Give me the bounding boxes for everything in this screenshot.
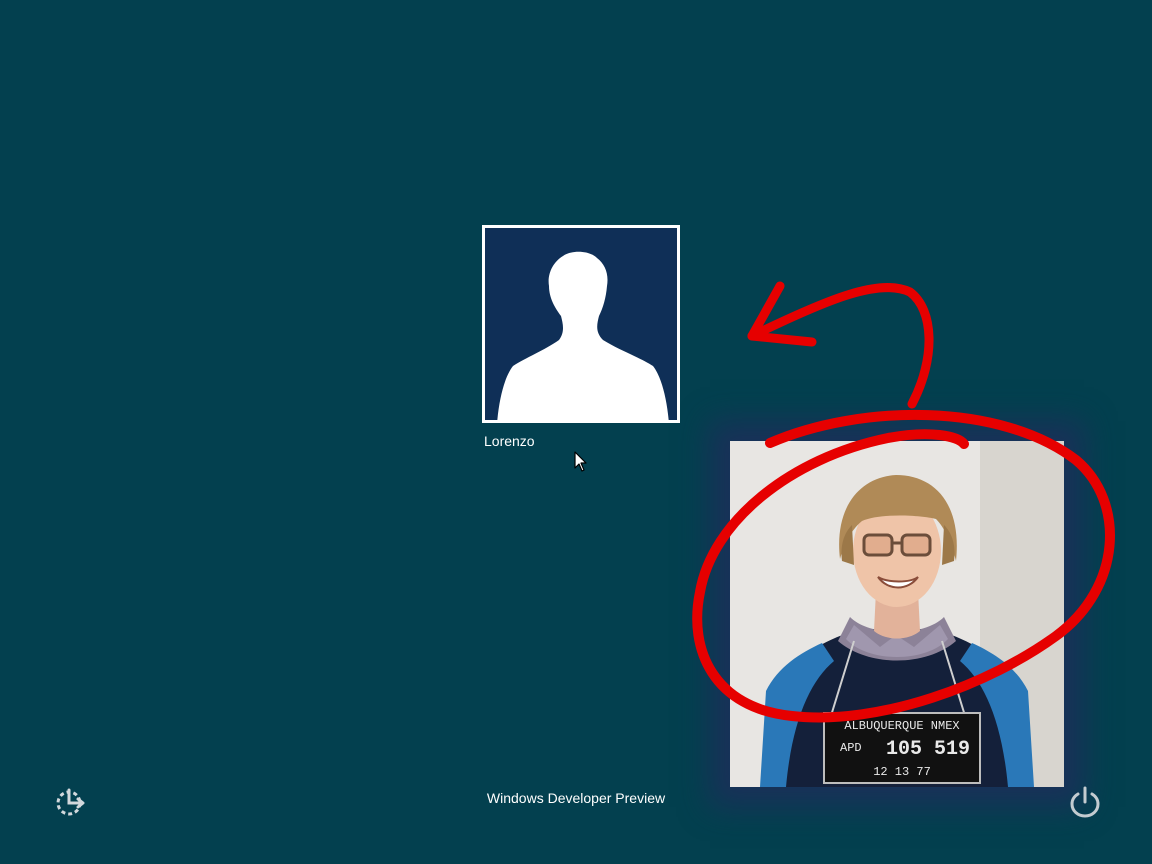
placard-number: 105 519 [886, 738, 970, 761]
mouse-cursor-icon [574, 451, 587, 472]
placard-line1: ALBUQUERQUE NMEX [844, 719, 959, 733]
mugshot-photo: ALBUQUERQUE NMEX APD 105 519 12 13 77 [730, 441, 1064, 787]
annotation-arrow-curve [747, 283, 934, 409]
user-tile[interactable] [482, 225, 680, 423]
placard-prefix: APD [840, 741, 862, 755]
user-name[interactable]: Lorenzo [484, 432, 535, 450]
annotation-arrow-head [747, 281, 817, 347]
user-silhouette-icon [497, 251, 669, 420]
placard-date: 12 13 77 [873, 765, 931, 779]
footer-brand-text: Windows Developer Preview [486, 790, 666, 806]
power-icon [1070, 786, 1100, 818]
power-button[interactable] [1068, 785, 1102, 819]
